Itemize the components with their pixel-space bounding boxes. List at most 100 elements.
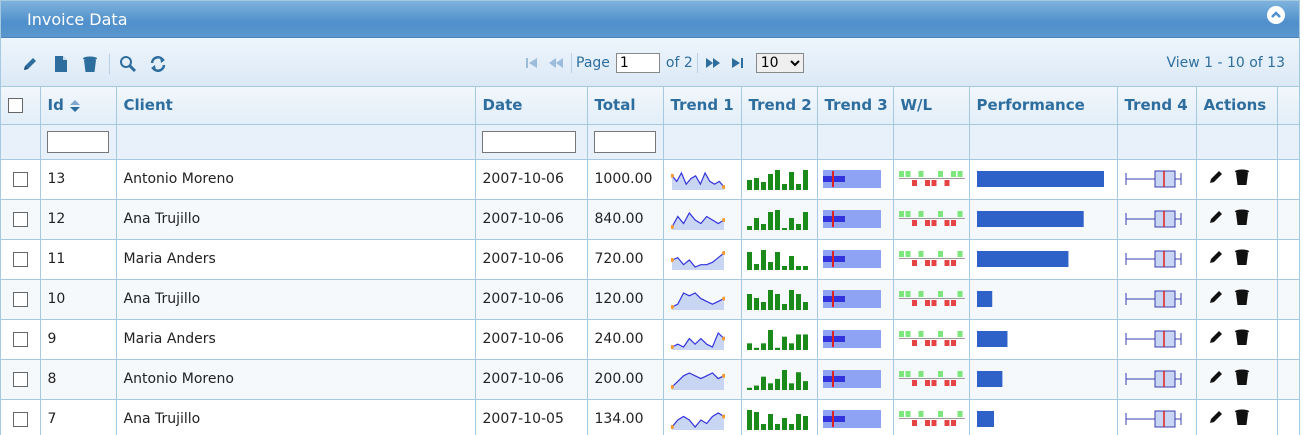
wl-win <box>937 171 943 177</box>
next-page-icon[interactable] <box>704 54 722 72</box>
page-input[interactable] <box>615 53 660 73</box>
wl-win <box>918 251 923 257</box>
row-select-cell[interactable] <box>1 239 41 280</box>
col-header-wl[interactable]: W/L <box>893 87 970 125</box>
cell-wl <box>893 239 970 280</box>
trend2-bar <box>760 182 766 190</box>
row-select-cell[interactable] <box>1 359 41 400</box>
wl-loss <box>944 420 949 426</box>
wl-loss <box>911 180 917 186</box>
row-checkbox[interactable] <box>12 211 28 227</box>
row-checkbox[interactable] <box>12 171 28 187</box>
row-edit-icon[interactable] <box>1208 369 1224 389</box>
row-delete-icon[interactable] <box>1234 208 1250 230</box>
col-header-performance[interactable]: Performance <box>969 87 1118 125</box>
trend2-bar <box>767 330 773 350</box>
col-header-trend1[interactable]: Trend 1 <box>663 87 742 125</box>
sparkline-area <box>671 413 724 430</box>
search-icon[interactable] <box>119 55 137 73</box>
trend2-bar <box>774 252 780 270</box>
row-select-cell[interactable] <box>1 279 41 320</box>
row-checkbox[interactable] <box>12 251 28 267</box>
table-row[interactable]: 9 Maria Anders 2007-10-06 240.00 <box>1 319 1299 360</box>
row-checkbox[interactable] <box>12 411 28 427</box>
cell-actions <box>1196 239 1278 280</box>
row-select-cell[interactable] <box>1 159 41 200</box>
edit-icon[interactable] <box>21 55 39 73</box>
row-delete-icon[interactable] <box>1234 408 1250 430</box>
wl-loss <box>950 260 956 266</box>
table-row[interactable]: 11 Maria Anders 2007-10-06 720.00 <box>1 239 1299 280</box>
wl-win <box>918 211 923 217</box>
refresh-icon[interactable] <box>149 55 167 73</box>
trend4-boxplot <box>1125 370 1181 388</box>
row-delete-icon[interactable] <box>1234 248 1250 270</box>
row-edit-icon[interactable] <box>1208 209 1224 229</box>
wl-win <box>957 331 962 337</box>
trend2-barchart <box>746 170 808 190</box>
trend2-bar <box>795 294 801 310</box>
first-page-icon[interactable] <box>523 54 541 72</box>
col-header-trend2[interactable]: Trend 2 <box>741 87 818 125</box>
select-all-header[interactable] <box>1 87 41 125</box>
row-edit-icon[interactable] <box>1208 409 1224 429</box>
row-delete-icon[interactable] <box>1234 168 1250 190</box>
col-header-total[interactable]: Total <box>587 87 664 125</box>
row-edit-icon[interactable] <box>1208 169 1224 189</box>
col-header-client[interactable]: Client <box>116 87 476 125</box>
prev-page-icon[interactable] <box>547 54 565 72</box>
table-row[interactable]: 8 Antonio Moreno 2007-10-06 200.00 <box>1 359 1299 400</box>
rows-per-page-select[interactable]: 10 <box>755 53 804 73</box>
trend4-boxplot <box>1125 410 1181 428</box>
wl-win <box>950 171 956 177</box>
row-select-cell[interactable] <box>1 399 41 435</box>
filter-total-input[interactable] <box>593 130 656 153</box>
col-header-trend3[interactable]: Trend 3 <box>817 87 894 125</box>
row-edit-icon[interactable] <box>1208 289 1224 309</box>
sort-icon[interactable] <box>69 98 81 114</box>
trend2-bar <box>753 298 759 310</box>
row-delete-icon[interactable] <box>1234 328 1250 350</box>
wl-win <box>918 371 923 377</box>
cell-actions <box>1196 319 1278 360</box>
cell-date: 2007-10-06 <box>475 159 588 200</box>
row-checkbox[interactable] <box>12 291 28 307</box>
delete-icon[interactable] <box>81 55 99 73</box>
table-row[interactable]: 10 Ana Trujillo 2007-10-06 120.00 <box>1 279 1299 320</box>
cell-client: Maria Anders <box>116 239 476 280</box>
cell-id: 10 <box>40 279 117 320</box>
trend2-bar <box>746 343 752 350</box>
filter-id-input[interactable] <box>46 130 109 153</box>
select-all-checkbox[interactable] <box>8 98 23 114</box>
row-select-cell[interactable] <box>1 319 41 360</box>
table-row[interactable]: 7 Ana Trujillo 2007-10-05 134.00 <box>1 399 1299 435</box>
add-icon[interactable] <box>52 55 70 73</box>
col-header-date[interactable]: Date <box>475 87 588 125</box>
trend2-bar <box>781 266 787 270</box>
row-checkbox[interactable] <box>12 371 28 387</box>
wl-chart <box>898 291 965 306</box>
row-delete-icon[interactable] <box>1234 288 1250 310</box>
trend2-bar <box>753 412 759 430</box>
performance-bar <box>976 251 1068 267</box>
cell-trend4 <box>1117 159 1197 200</box>
trend1-sparkline <box>670 211 725 230</box>
filter-date-input[interactable] <box>481 130 576 153</box>
row-select-cell[interactable] <box>1 199 41 240</box>
row-edit-icon[interactable] <box>1208 249 1224 269</box>
row-edit-icon[interactable] <box>1208 329 1224 349</box>
last-page-icon[interactable] <box>728 54 746 72</box>
row-checkbox[interactable] <box>12 331 28 347</box>
col-header-id[interactable]: Id <box>40 87 117 125</box>
table-row[interactable]: 12 Ana Trujillo 2007-10-06 840.00 <box>1 199 1299 240</box>
trend3-bullet <box>822 170 881 188</box>
performance-bar <box>976 291 992 307</box>
cell-date: 2007-10-06 <box>475 279 588 320</box>
cell-total: 200.00 <box>587 359 664 400</box>
table-row[interactable]: 13 Antonio Moreno 2007-10-06 1000.00 <box>1 159 1299 200</box>
performance-bar <box>976 411 994 427</box>
collapse-icon[interactable] <box>1267 6 1285 24</box>
wl-loss <box>924 180 930 186</box>
col-header-trend4[interactable]: Trend 4 <box>1117 87 1197 125</box>
row-delete-icon[interactable] <box>1234 368 1250 390</box>
